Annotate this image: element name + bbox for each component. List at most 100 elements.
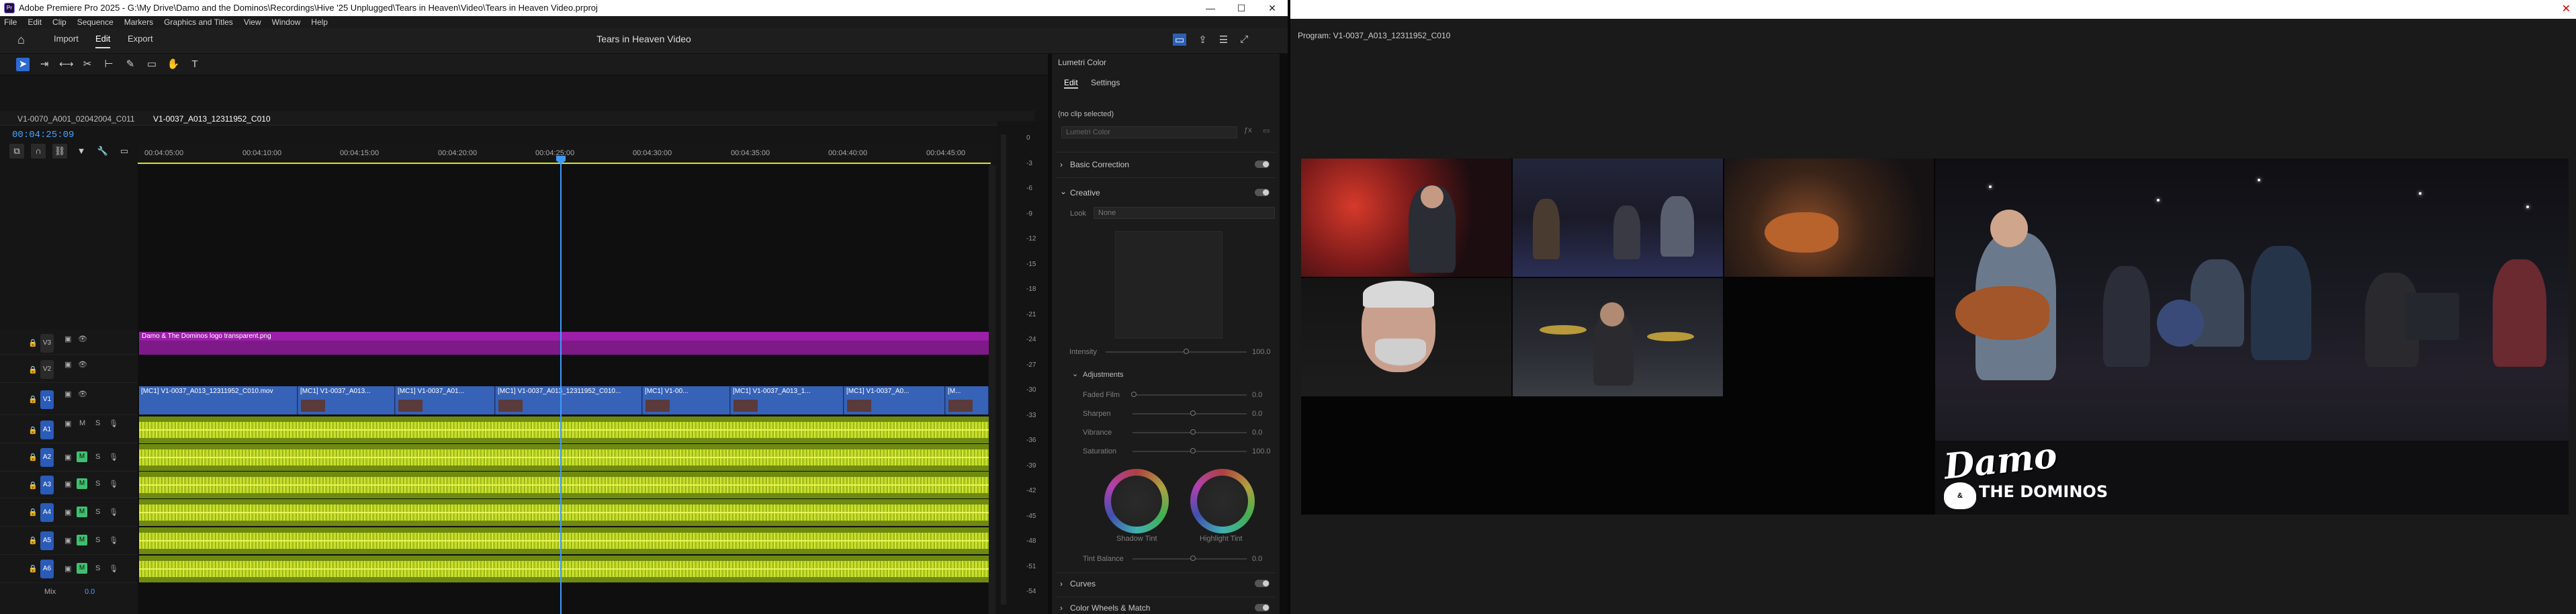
intensity-slider[interactable] [1106,351,1247,353]
mic-icon[interactable]: 🎙 [109,536,118,545]
volume-line[interactable] [139,429,989,431]
multicam-clip[interactable]: [MC1] V1-0037_A013_1... [731,386,844,414]
razor-icon[interactable]: ✂ [81,58,94,71]
mix-value[interactable]: 0.0 [85,588,95,596]
camera-angle-3[interactable] [1724,159,1934,277]
solo-button[interactable]: S [95,508,100,516]
audio-clip-a4[interactable] [139,499,989,526]
slider-knob[interactable] [1190,556,1196,561]
intensity-value[interactable]: 100.0 [1252,348,1271,356]
camera-angle-2-active[interactable] [1513,159,1723,277]
toggle-icon[interactable]: ▭ [1263,126,1270,135]
fx-icon[interactable]: ƒx [1244,126,1252,134]
track-label-a4[interactable]: A4 [40,503,54,522]
selection-tool-icon[interactable]: ➤ [16,58,30,71]
sync-lock-icon[interactable]: ▣ [64,335,71,343]
track-label-v3[interactable]: V3 [40,334,54,353]
track-label-a5[interactable]: A5 [40,531,54,550]
volume-line[interactable] [139,568,989,570]
close-button[interactable]: ✕ [1257,0,1288,16]
slider-value[interactable]: 100.0 [1252,447,1271,455]
menu-sequence[interactable]: Sequence [77,16,114,28]
menu-markers[interactable]: Markers [124,16,153,28]
logo-clip[interactable]: Damo & The Dominos logo transparent.png [139,332,989,355]
track-label-a6[interactable]: A6 [40,560,54,578]
mic-icon[interactable]: 🎙 [109,564,118,573]
track-label-a2[interactable]: A2 [40,448,54,467]
wrench-icon[interactable]: 🔧 [95,144,110,159]
track-label-v1[interactable]: V1 [40,390,54,409]
mute-button[interactable]: M [77,451,87,462]
menu-edit[interactable]: Edit [28,16,42,28]
chevron-down-icon[interactable]: ⌄ [1072,369,1078,378]
rectangle-icon[interactable]: ▭ [145,58,159,71]
sync-lock-icon[interactable]: ▣ [64,360,71,369]
timeline-timecode[interactable]: 00:04:25:09 [12,130,74,140]
chevron-right-icon[interactable]: › [1060,603,1063,613]
camera-angle-4[interactable] [1301,278,1511,396]
menu-help[interactable]: Help [311,16,328,28]
multicam-clip[interactable]: [MC1] V1-0037_A013... [298,386,395,414]
slider-knob[interactable] [1131,392,1137,397]
track-label-a3[interactable]: A3 [40,476,54,494]
hand-icon[interactable]: ✋ [167,58,180,71]
workspace-icon[interactable]: ▭ [1173,34,1187,46]
tab-lumetri-edit[interactable]: Edit [1064,78,1078,89]
pen-icon[interactable]: ✎ [124,58,137,71]
mic-icon[interactable]: 🎙 [109,480,118,488]
playhead-line[interactable] [560,159,562,614]
audio-clip-a1[interactable] [139,416,989,443]
mic-icon[interactable]: 🎙 [109,508,118,517]
chevron-down-icon[interactable]: ⌄ [1060,187,1067,196]
slider-knob[interactable] [1190,429,1196,435]
tint-balance-value[interactable]: 0.0 [1252,555,1262,563]
sharpen-slider[interactable] [1132,413,1247,414]
multicam-clip[interactable]: [MC1] V1-00... [643,386,730,414]
tint-balance-slider[interactable] [1132,558,1247,560]
lock-icon[interactable]: 🔒 [28,564,38,573]
saturation-slider[interactable] [1132,451,1247,452]
lock-icon[interactable]: 🔒 [28,426,38,435]
lock-icon[interactable]: 🔒 [28,508,38,517]
linked-icon[interactable]: ⛓ [52,144,67,159]
multicam-clip[interactable]: [MC1] V1-0037_A01... [396,386,495,414]
solo-button[interactable]: S [95,419,100,427]
program-monitor-label[interactable]: Program: V1-0037_A013_12311952_C010 [1298,31,1450,40]
highlight-tint-wheel[interactable] [1190,469,1255,533]
wheels-toggle[interactable] [1255,604,1270,611]
track-label-a1[interactable]: A1 [40,421,54,439]
look-preview[interactable] [1115,231,1223,339]
track-label-v2[interactable]: V2 [40,360,54,379]
slider-value[interactable]: 0.0 [1252,391,1262,399]
nest-icon[interactable]: ⧉ [9,144,24,159]
section-creative[interactable]: Creative [1070,188,1100,198]
menu-view[interactable]: View [244,16,261,28]
snap-icon[interactable]: ∩ [31,144,46,159]
solo-button[interactable]: S [95,480,100,488]
sync-lock-icon[interactable]: ▣ [64,508,71,517]
chevron-right-icon[interactable]: › [1060,579,1063,588]
settings-icon[interactable]: ☰ [1219,34,1228,46]
mute-button[interactable]: M [77,535,87,545]
audio-clip-a3[interactable] [139,472,989,498]
sync-lock-icon[interactable]: ▣ [64,419,71,428]
solo-button[interactable]: S [95,564,100,572]
audio-clip-a5[interactable] [139,527,989,554]
multicam-clip[interactable]: [M... [946,386,989,414]
faded-film-slider[interactable] [1132,394,1247,396]
intensity-knob[interactable] [1184,349,1189,354]
slider-value[interactable]: 0.0 [1252,410,1262,418]
section-curves[interactable]: Curves [1070,579,1096,588]
lock-icon[interactable]: 🔒 [28,481,38,490]
mic-icon[interactable]: 🎙 [109,419,118,428]
volume-line[interactable] [139,512,989,513]
menu-clip[interactable]: Clip [52,16,66,28]
multicam-clip[interactable]: [MC1] V1-0037_A0... [844,386,945,414]
lock-icon[interactable]: 🔒 [28,339,38,347]
fullscreen-icon[interactable]: ⤢ [1240,34,1248,46]
creative-toggle[interactable] [1255,189,1270,196]
volume-line[interactable] [139,540,989,541]
lock-icon[interactable]: 🔒 [28,365,38,374]
camera-angle-1[interactable] [1301,159,1511,277]
work-area-bar[interactable] [138,163,991,164]
